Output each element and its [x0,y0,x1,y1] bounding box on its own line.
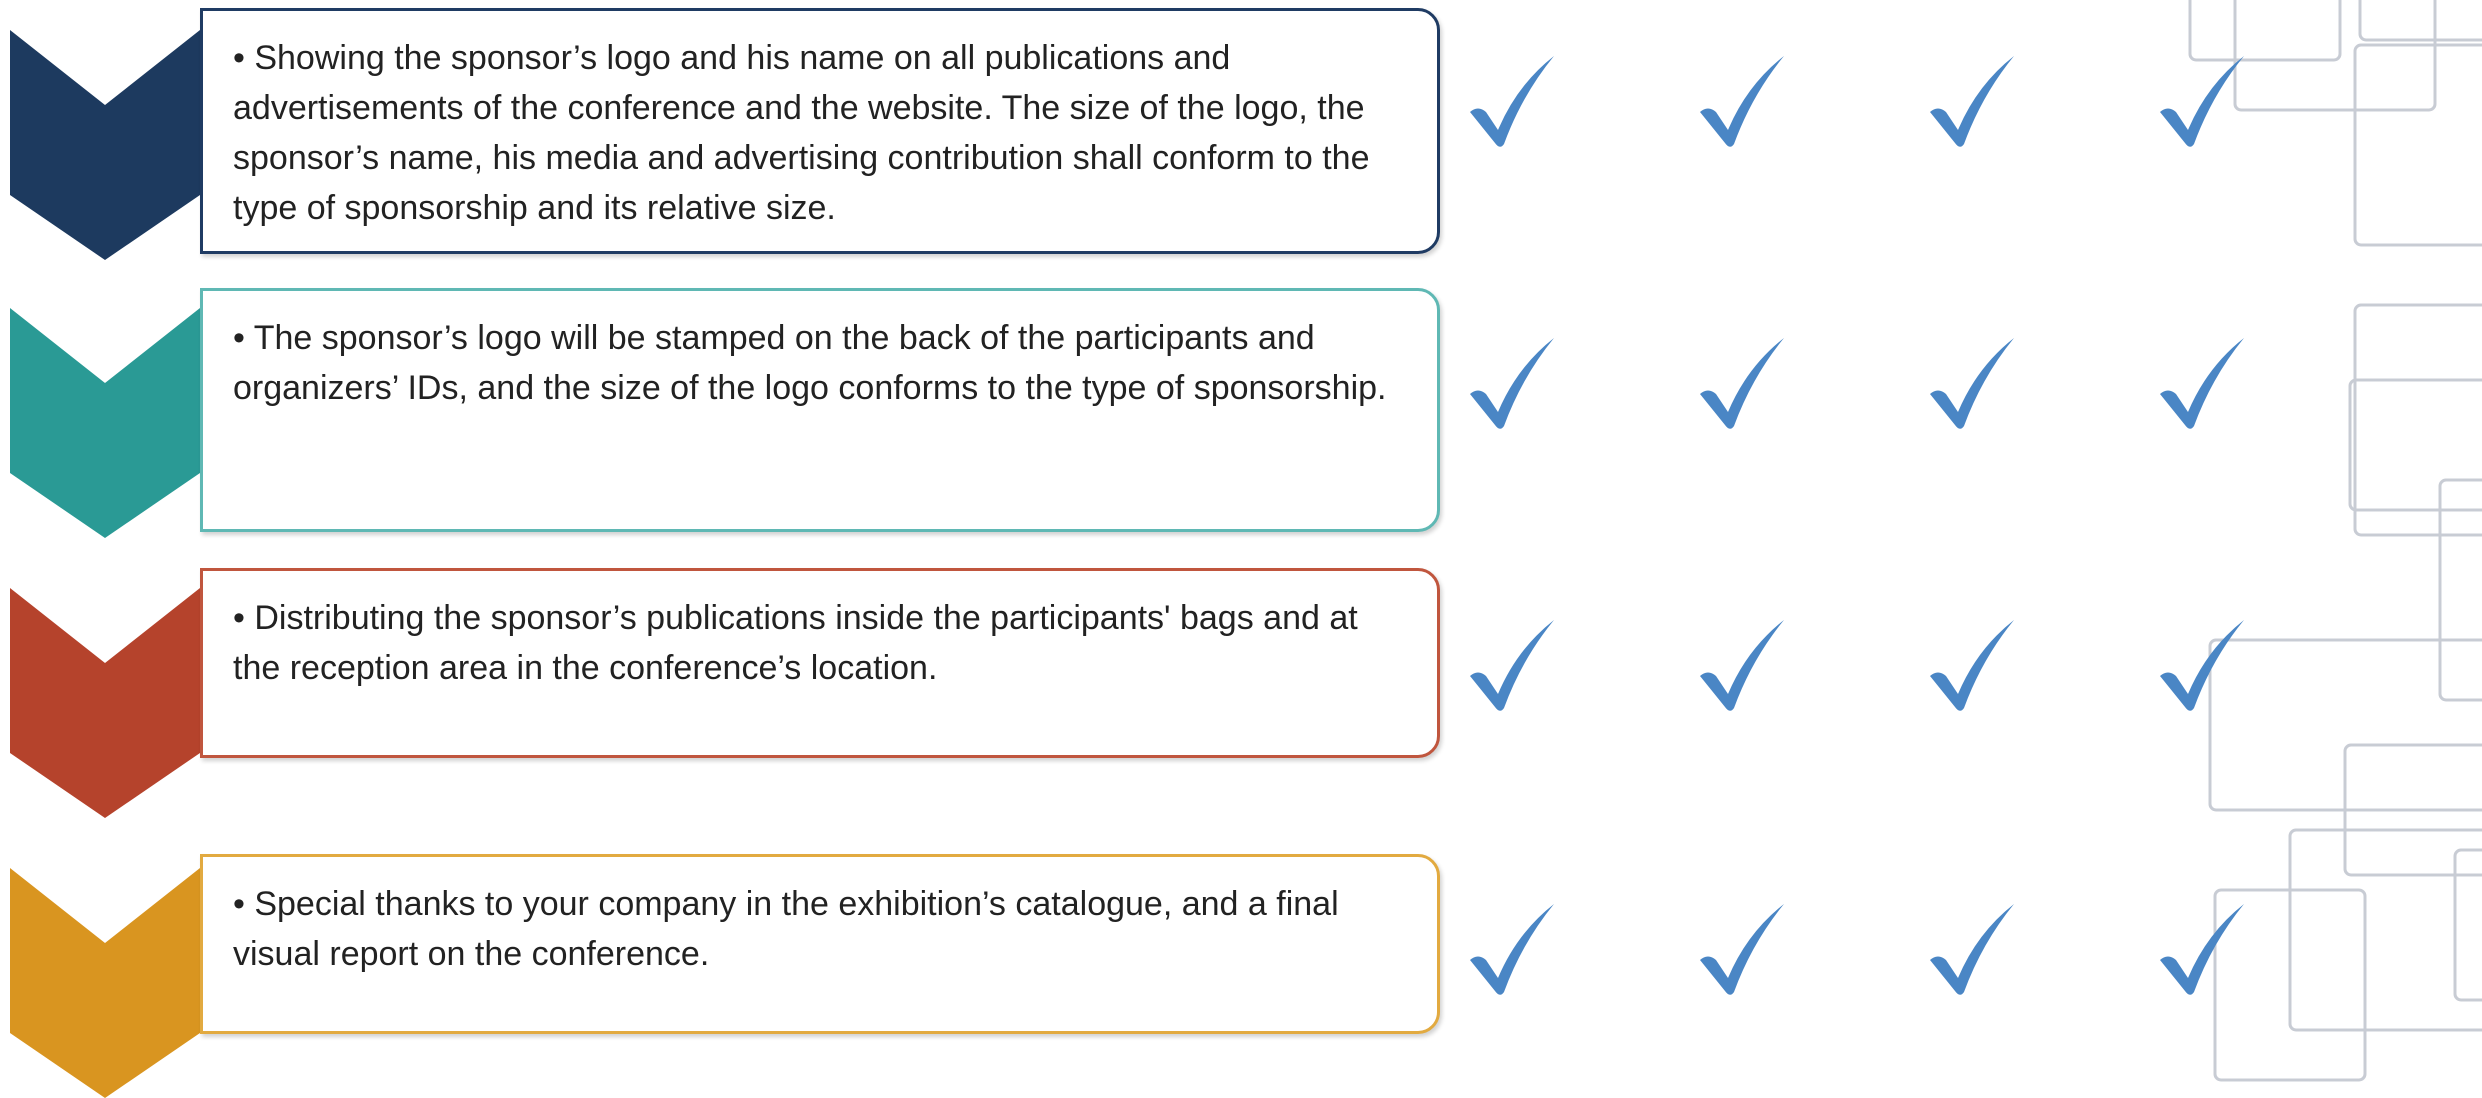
chevron-marker-amber [10,868,200,1098]
check-icon [1462,898,1562,998]
check-icon [1922,614,2022,714]
benefit-box-1: • Showing the sponsor’s logo and his nam… [200,8,1440,254]
chevron-marker-teal [10,308,200,538]
check-icon [1462,332,1562,432]
check-icon [1692,332,1792,432]
benefit-box-2: • The sponsor’s logo will be stamped on … [200,288,1440,532]
check-icon [1922,898,2022,998]
benefit-box-3: • Distributing the sponsor’s publication… [200,568,1440,758]
check-icon [1692,50,1792,150]
benefit-text-4: • Special thanks to your company in the … [233,885,1339,973]
check-icon [1692,614,1792,714]
benefit-text-2: • The sponsor’s logo will be stamped on … [233,319,1387,407]
benefit-text-3: • Distributing the sponsor’s publication… [233,599,1358,687]
check-icon [1922,50,2022,150]
benefit-box-4: • Special thanks to your company in the … [200,854,1440,1034]
check-icon [1462,50,1562,150]
check-icon [2152,332,2252,432]
chevron-marker-rust [10,588,200,818]
check-icon [2152,898,2252,998]
check-icon [1922,332,2022,432]
check-icon [1692,898,1792,998]
benefit-text-1: • Showing the sponsor’s logo and his nam… [233,39,1370,227]
check-icon [1462,614,1562,714]
check-icon [2152,614,2252,714]
check-icon [2152,50,2252,150]
chevron-marker-navy [10,30,200,260]
